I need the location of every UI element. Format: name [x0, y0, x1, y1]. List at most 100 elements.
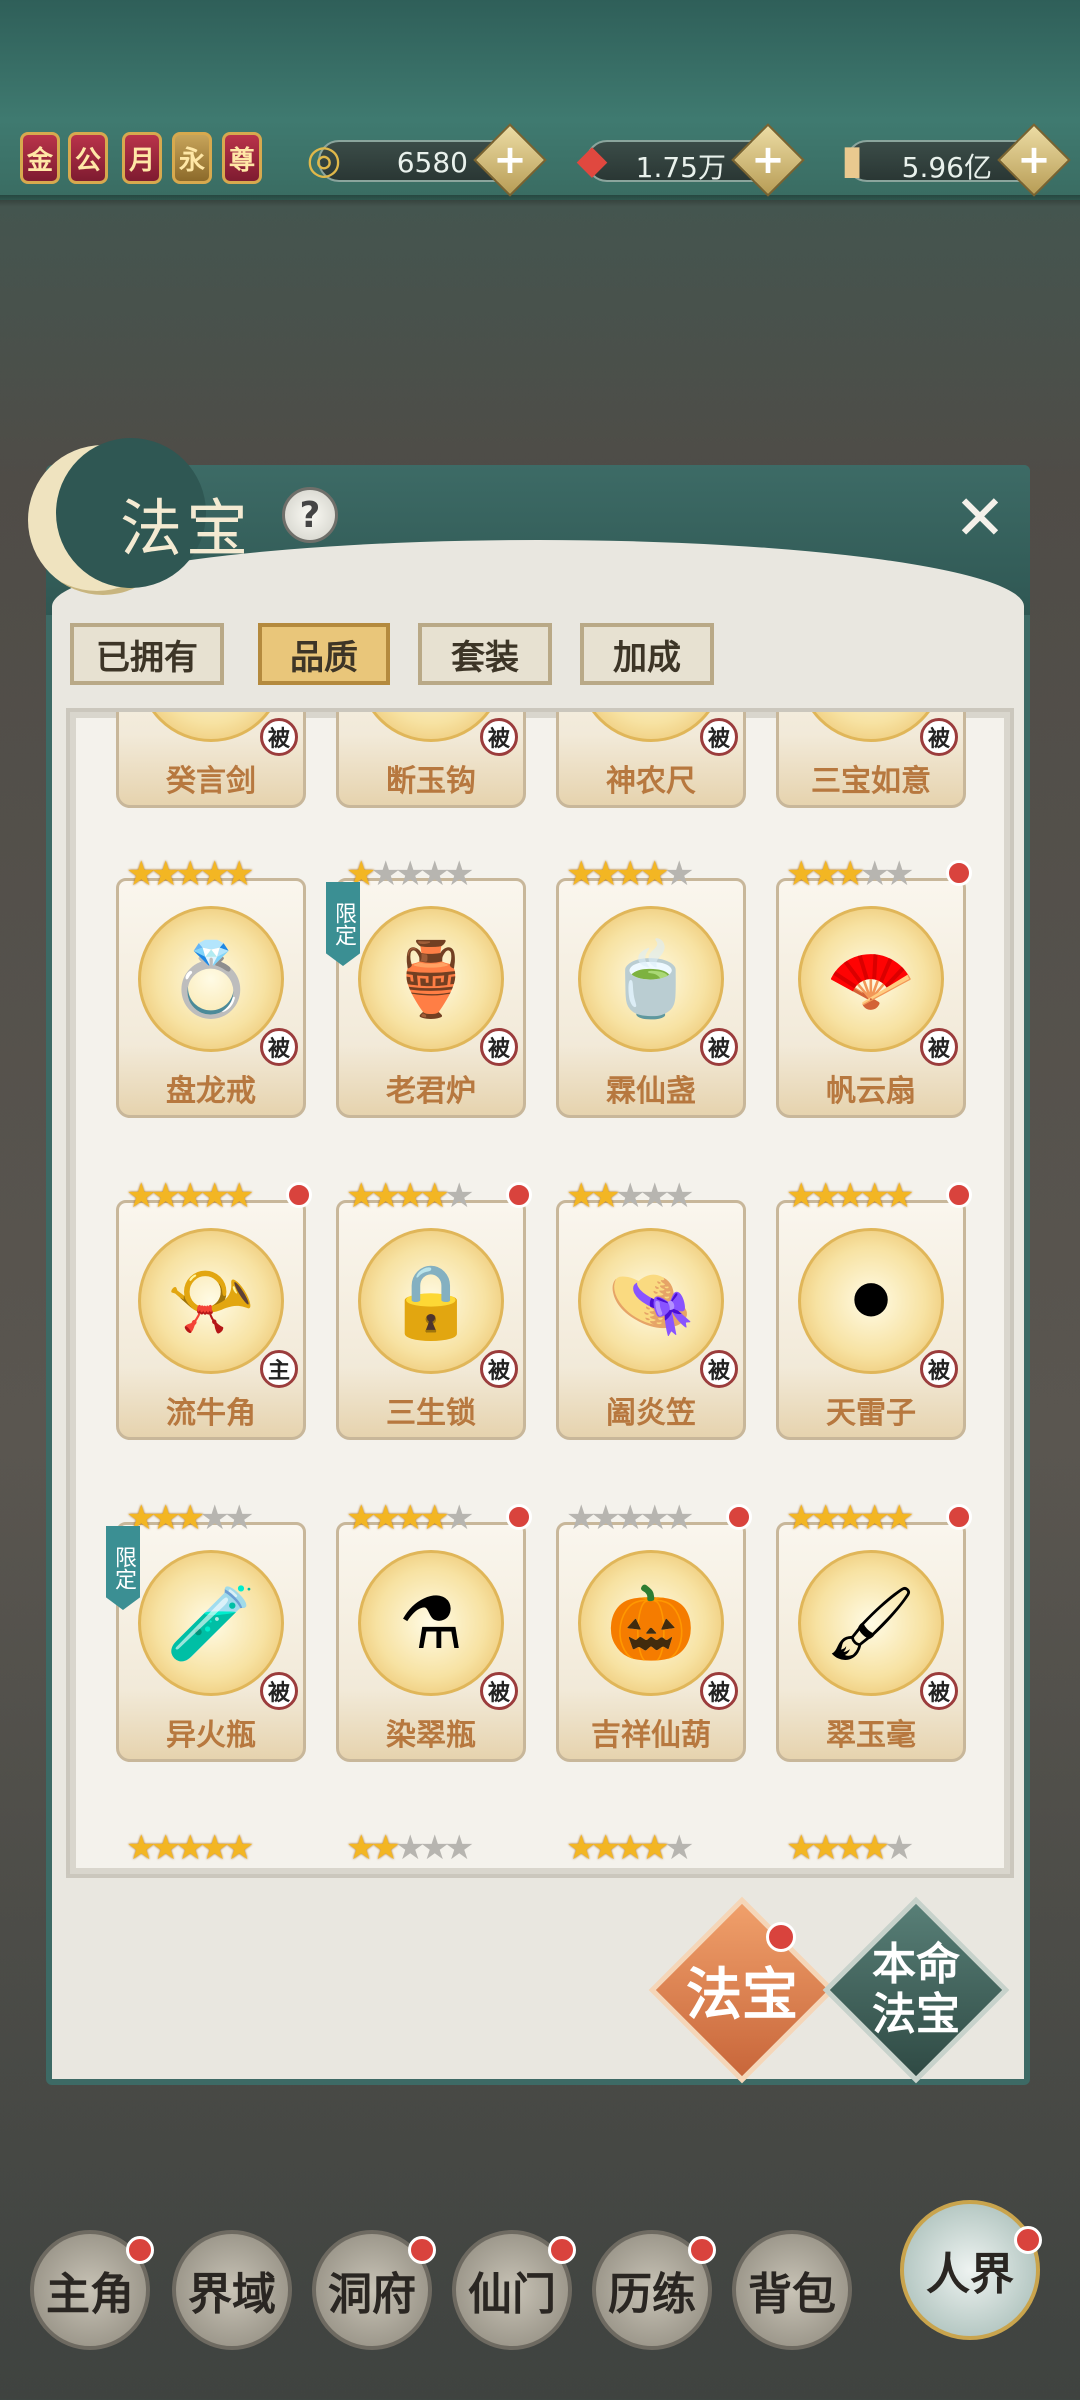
- star-rating: ★★★★★: [126, 1498, 255, 1538]
- notification-dot: [286, 1182, 312, 1208]
- role-tag: 被: [920, 1350, 958, 1388]
- fabao-item-icon: 🎃: [578, 1550, 724, 1696]
- star-icon: ★: [150, 854, 181, 894]
- star-rating: ★★★★★: [346, 1498, 475, 1538]
- role-tag: 被: [920, 718, 958, 756]
- fabao-card[interactable]: ★★★★★ 🖌 被 翠玉毫: [776, 1500, 972, 1762]
- star-rating: ★★★★★: [786, 1828, 915, 1868]
- fabao-item-icon: ⚫: [798, 1228, 944, 1374]
- fabao-card[interactable]: ★★★★★ 🍵 被 霖仙盏: [556, 856, 746, 1118]
- star-rating: ★★★★★: [126, 1176, 255, 1216]
- role-tag: 被: [480, 718, 518, 756]
- fabao-card[interactable]: ★★★★★ 限定 🧪 被 异火瓶: [106, 1500, 306, 1762]
- star-icon: ★: [199, 1176, 230, 1216]
- fabao-name: 老君炉: [386, 1074, 476, 1109]
- star-icon: ★: [370, 1828, 401, 1868]
- nav-5[interactable]: 背包: [732, 2230, 852, 2350]
- fabao-card[interactable]: 被 癸言剑: [116, 712, 306, 808]
- star-icon: ★: [223, 1176, 255, 1216]
- star-icon: ★: [370, 854, 401, 894]
- resource-crystal: ◆ 1.75万 +: [577, 123, 805, 197]
- fabao-card[interactable]: ★★★★★ 限定 🏺 被 老君炉: [326, 856, 526, 1118]
- fabao-card[interactable]: ★★★★★ 💍 被 盘龙戒: [116, 856, 306, 1118]
- resource-crystal-value: 1.75万: [635, 151, 726, 184]
- fabao-name: 流牛角: [166, 1396, 256, 1431]
- role-tag: 被: [260, 1672, 298, 1710]
- star-icon: ★: [614, 854, 646, 894]
- fabao-card[interactable]: 被 断玉钩: [336, 712, 526, 808]
- vip-badge-zun[interactable]: 尊: [222, 132, 262, 184]
- star-icon: ★: [834, 854, 866, 894]
- fabao-card[interactable]: ★★★★★ 🎃 被 吉祥仙葫: [556, 1500, 752, 1762]
- tab-bonus[interactable]: 加成: [580, 623, 714, 685]
- fabao-item-icon: ⚗: [358, 1550, 504, 1696]
- star-rating: ★★★★★: [346, 1828, 475, 1868]
- star-icon: ★: [443, 1498, 475, 1538]
- help-button[interactable]: ?: [282, 487, 338, 543]
- fabao-card[interactable]: ★★★★★ 📯 主 流牛角: [116, 1178, 312, 1440]
- tab-quality[interactable]: 品质: [258, 623, 390, 685]
- fabao-item-icon: 🪭: [798, 906, 944, 1052]
- star-icon: ★: [663, 1828, 695, 1868]
- role-tag: 被: [260, 718, 298, 756]
- fabao-name: 染翠瓶: [386, 1718, 476, 1753]
- fabao-card[interactable]: ★★★★★ ⚫ 被 天雷子: [776, 1178, 972, 1440]
- fabao-name: 断玉钩: [386, 764, 476, 799]
- nav-1[interactable]: 界域: [172, 2230, 292, 2350]
- star-icon: ★: [859, 1176, 890, 1216]
- star-icon: ★: [223, 854, 255, 894]
- fabao-card[interactable]: ★★★★★ 👒 被 阖炎笠: [556, 1178, 746, 1440]
- star-icon: ★: [883, 854, 915, 894]
- star-icon: ★: [786, 1498, 817, 1538]
- star-icon: ★: [419, 1498, 450, 1538]
- star-icon: ★: [346, 1176, 377, 1216]
- notification-dot: [688, 2236, 716, 2264]
- star-icon: ★: [419, 854, 450, 894]
- star-rating: ★★★★★: [346, 854, 475, 894]
- star-icon: ★: [370, 1176, 401, 1216]
- fabao-card[interactable]: 被 三宝如意: [776, 712, 966, 808]
- star-icon: ★: [150, 1176, 181, 1216]
- star-icon: ★: [223, 1828, 255, 1868]
- notification-dot: [726, 1504, 752, 1530]
- star-icon: ★: [663, 1498, 695, 1538]
- tab-owned[interactable]: 已拥有: [70, 623, 224, 685]
- role-tag: 被: [260, 1028, 298, 1066]
- star-rating: ★★★★★: [566, 1498, 695, 1538]
- star-icon: ★: [639, 1828, 670, 1868]
- star-icon: ★: [883, 1828, 915, 1868]
- nav-6[interactable]: 人界: [900, 2200, 1040, 2340]
- star-icon: ★: [590, 1176, 621, 1216]
- star-icon: ★: [859, 1828, 890, 1868]
- fabao-card[interactable]: ★★★★★ 🪭 被 帆云扇: [776, 856, 972, 1118]
- star-icon: ★: [883, 1498, 915, 1538]
- tab-set[interactable]: 套装: [418, 623, 552, 685]
- star-rating: ★★★★★: [566, 854, 695, 894]
- notification-dot: [946, 1504, 972, 1530]
- vip-badge-forever[interactable]: 永: [172, 132, 212, 184]
- fabao-name: 癸言剑: [166, 764, 256, 799]
- star-icon: ★: [199, 1828, 230, 1868]
- vip-badge-gold[interactable]: 金: [20, 132, 60, 184]
- fabao-name: 翠玉毫: [826, 1718, 916, 1753]
- fabao-item-icon: 🏺: [358, 906, 504, 1052]
- fabao-item-icon: 💍: [138, 906, 284, 1052]
- star-icon: ★: [443, 1176, 475, 1216]
- vip-badge-month[interactable]: 月: [122, 132, 162, 184]
- fabao-card[interactable]: ★★★★★ 🔒 被 三生锁: [336, 1178, 532, 1440]
- star-icon: ★: [394, 1498, 426, 1538]
- fabao-name: 盘龙戒: [166, 1074, 256, 1109]
- close-button[interactable]: ✕: [952, 487, 1008, 549]
- vip-badge-gong[interactable]: 公: [68, 132, 108, 184]
- star-icon: ★: [199, 854, 230, 894]
- fabao-item-icon: 📯: [138, 1228, 284, 1374]
- star-icon: ★: [174, 1498, 206, 1538]
- role-tag: 被: [480, 1672, 518, 1710]
- star-icon: ★: [394, 1176, 426, 1216]
- star-icon: ★: [174, 854, 206, 894]
- fabao-card[interactable]: 被 神农尺: [556, 712, 746, 808]
- plus-icon: +: [1017, 137, 1051, 183]
- fabao-card[interactable]: ★★★★★ ⚗ 被 染翠瓶: [336, 1500, 532, 1762]
- fabao-name: 阖炎笠: [606, 1396, 696, 1431]
- fabao-grid[interactable]: 被 癸言剑 被 断玉钩 被 神农尺 被 三宝如意 ★★★★★ 💍 被 盘龙戒 ★…: [66, 708, 1014, 1878]
